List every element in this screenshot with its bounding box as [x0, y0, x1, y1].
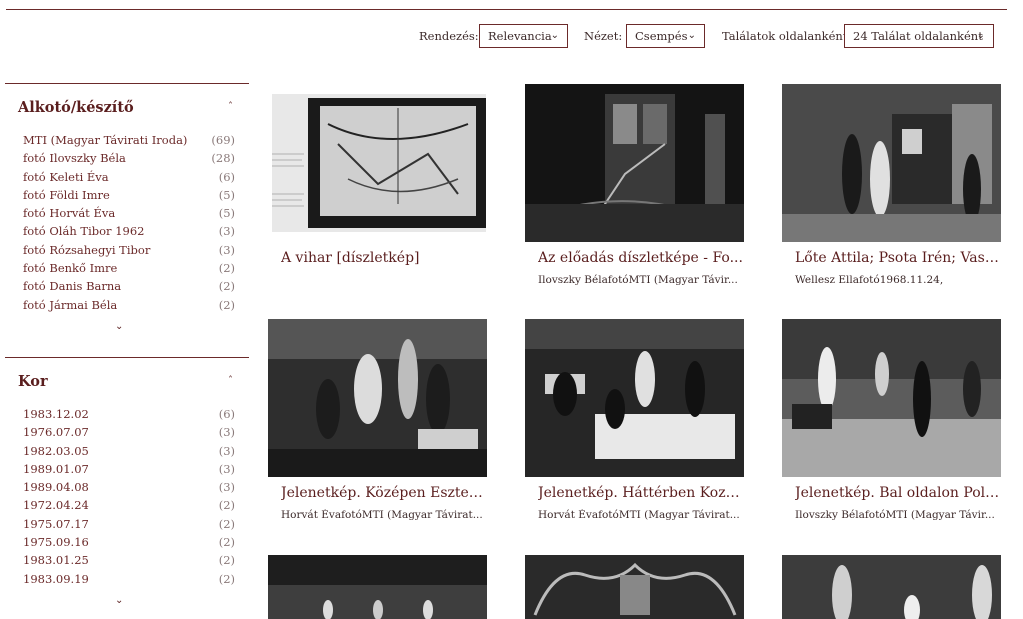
chevron-down-icon: ⌄ — [976, 30, 985, 41]
view-value: Csempés — [635, 29, 688, 43]
facet-list: MTI (Magyar Távirati Iroda) (69) fotó Ilo… — [23, 133, 235, 316]
result-thumbnail — [268, 84, 487, 242]
facet-list: 1983.12.02 (6) 1976.07.07 (3) 1982.03.05 (3… — [23, 407, 235, 590]
result-thumbnail — [525, 555, 744, 619]
result-card[interactable]: Lőte Attila; Psota Irén; Vass... Wellesz… — [782, 84, 1001, 286]
facet-item[interactable]: fotó Ilovszky Béla (28) — [23, 151, 235, 169]
result-title[interactable]: Jelenetkép. Középen Eszter... — [281, 485, 486, 501]
result-subtitle: Horvát ÉvafotóMTI (Magyar Távirat... — [281, 509, 483, 521]
result-subtitle: Horvát ÉvafotóMTI (Magyar Távirat... — [538, 509, 740, 521]
result-card[interactable]: A vihar [díszletkép] — [268, 84, 487, 284]
facet-item[interactable]: fotó Keleti Éva (6) — [23, 170, 235, 188]
facet-item[interactable]: fotó Danis Barna (2) — [23, 279, 235, 297]
facet-item[interactable]: fotó Horvát Éva (5) — [23, 206, 235, 224]
result-subtitle: Wellesz Ellafotó1968.11.24, — [795, 274, 944, 286]
result-title[interactable]: Az előadás díszletképe - Fo... — [538, 250, 743, 266]
result-thumbnail — [525, 319, 744, 477]
facet-item[interactable]: 1983.09.19 (2) — [23, 572, 235, 590]
facet-item[interactable]: 1989.01.07 (3) — [23, 462, 235, 480]
facet-count: (2) — [218, 261, 235, 276]
chevron-down-icon[interactable]: ⌄ — [115, 321, 123, 332]
chevron-down-icon: ⌄ — [687, 30, 696, 41]
facet-item[interactable]: fotó Benkő Imre (2) — [23, 261, 235, 279]
facet-count: (3) — [218, 224, 235, 239]
view-label: Nézet: — [584, 29, 623, 43]
facet-title: Alkotó/készítő — [18, 99, 134, 116]
per-page-label: Találatok oldalanként: — [722, 29, 852, 43]
facet-date: Kor ˆ 1983.12.02 (6) 1976.07.07 (3) 1982.0… — [5, 357, 249, 619]
result-thumbnail — [525, 84, 744, 242]
facet-count: (5) — [218, 206, 235, 221]
facet-count: (3) — [218, 242, 235, 257]
per-page-value: 24 Találat oldalanként — [853, 29, 983, 43]
result-title[interactable]: A vihar [díszletkép] — [281, 250, 486, 266]
result-card[interactable]: Jelenetkép. Háttérben Kozá... Horvát Éva… — [525, 319, 744, 524]
per-page-select[interactable]: 24 Találat oldalanként ⌄ — [844, 24, 994, 48]
facet-divider — [5, 83, 249, 84]
chevron-down-icon[interactable]: ⌄ — [115, 595, 123, 606]
facet-item[interactable]: fotó Rózsahegyi Tibor (3) — [23, 243, 235, 261]
result-subtitle: Ilovszky BélafotóMTI (Magyar Távir... — [538, 274, 738, 286]
facet-item[interactable]: fotó Földi Imre (5) — [23, 188, 235, 206]
facet-count: (3) — [218, 425, 235, 440]
result-thumbnail — [782, 555, 1001, 619]
facet-item[interactable]: 1975.09.16 (2) — [23, 535, 235, 553]
facet-item[interactable]: 1972.04.24 (2) — [23, 498, 235, 516]
result-title[interactable]: Jelenetkép. Bal oldalon Polg... — [795, 485, 1000, 501]
result-card[interactable]: Jelenetkép. Bal oldalon Polg... Ilovszky… — [782, 319, 1001, 524]
result-thumbnail — [782, 84, 1001, 242]
result-card[interactable] — [782, 555, 1001, 619]
facet-count: (2) — [218, 535, 235, 550]
result-title[interactable]: Lőte Attila; Psota Irén; Vass... — [795, 250, 1000, 266]
facet-count: (5) — [218, 187, 235, 202]
chevron-double-up-icon[interactable]: ˆ — [228, 376, 233, 387]
result-thumbnail — [268, 555, 487, 619]
result-thumbnail — [782, 319, 1001, 477]
sort-select[interactable]: Relevancia ⌄ — [479, 24, 568, 48]
facet-count: (2) — [218, 553, 235, 568]
facet-count: (2) — [218, 516, 235, 531]
sort-label: Rendezés: — [419, 29, 479, 43]
facet-count: (3) — [218, 443, 235, 458]
facet-item[interactable]: fotó Jármai Béla (2) — [23, 298, 235, 316]
facet-item[interactable]: 1989.04.08 (3) — [23, 480, 235, 498]
result-card[interactable]: Az előadás díszletképe - Fo... Ilovszky … — [525, 84, 744, 286]
facet-title: Kor — [18, 373, 48, 390]
facet-item[interactable]: 1982.03.05 (3) — [23, 444, 235, 462]
facet-item[interactable]: MTI (Magyar Távirati Iroda) (69) — [23, 133, 235, 151]
facet-count: (2) — [218, 498, 235, 513]
sort-value: Relevancia — [488, 29, 552, 43]
result-title[interactable]: Jelenetkép. Háttérben Kozá... — [538, 485, 743, 501]
result-card[interactable] — [525, 555, 744, 619]
facet-count: (69) — [211, 133, 235, 147]
facet-count: (3) — [218, 480, 235, 495]
facet-count: (3) — [218, 461, 235, 476]
result-subtitle: Ilovszky BélafotóMTI (Magyar Távir... — [795, 509, 995, 521]
facet-item[interactable]: 1983.01.25 (2) — [23, 553, 235, 571]
result-thumbnail — [268, 319, 487, 477]
view-select[interactable]: Csempés ⌄ — [626, 24, 705, 48]
chevron-double-up-icon[interactable]: ˆ — [228, 102, 233, 113]
facet-divider — [5, 357, 249, 358]
result-card[interactable]: Jelenetkép. Középen Eszter... Horvát Éva… — [268, 319, 487, 524]
facet-count: (6) — [218, 169, 235, 184]
facet-count: (2) — [218, 297, 235, 312]
facet-item[interactable]: 1983.12.02 (6) — [23, 407, 235, 425]
facet-count: (6) — [218, 407, 235, 421]
chevron-down-icon: ⌄ — [550, 30, 559, 41]
result-card[interactable] — [268, 555, 487, 619]
facet-item[interactable]: 1975.07.17 (2) — [23, 517, 235, 535]
facet-count: (28) — [211, 151, 235, 166]
facet-item[interactable]: fotó Oláh Tibor 1962 (3) — [23, 224, 235, 242]
facet-item[interactable]: 1976.07.07 (3) — [23, 425, 235, 443]
top-divider — [6, 9, 1007, 10]
results-toolbar: Rendezés: Relevancia ⌄ Nézet: Csempés ⌄ … — [0, 24, 1023, 48]
facet-count: (2) — [218, 279, 235, 294]
facet-count: (2) — [218, 571, 235, 586]
facet-creator: Alkotó/készítő ˆ MTI (Magyar Távirati Ir… — [5, 83, 249, 343]
